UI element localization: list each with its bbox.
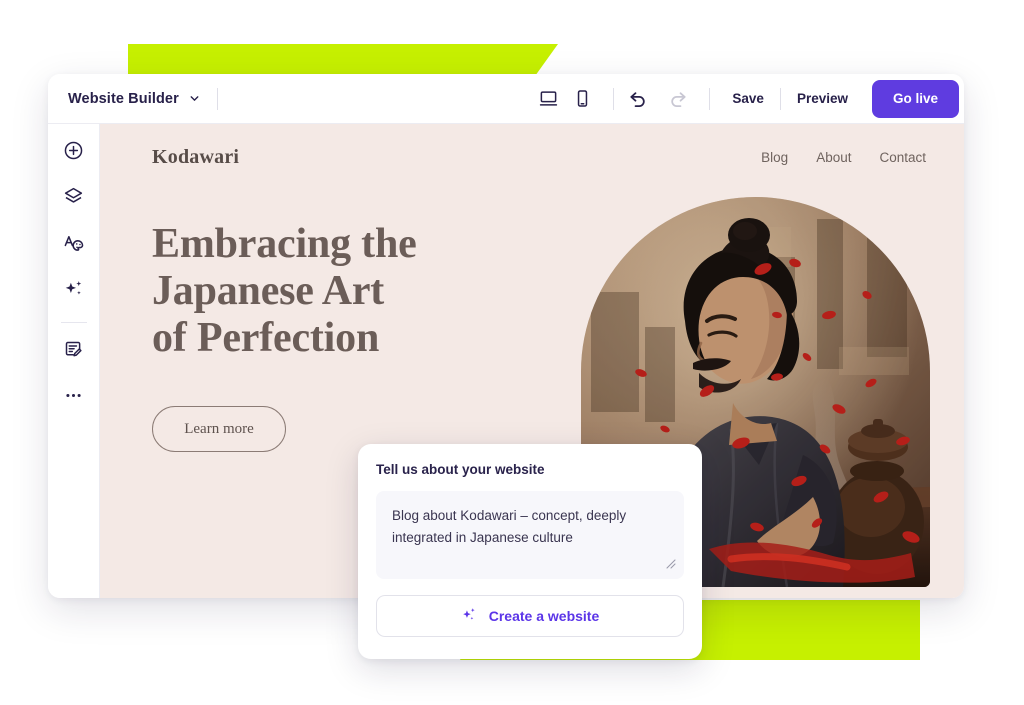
preview-button[interactable]: Preview	[783, 91, 862, 106]
site-nav-links: Blog About Contact	[761, 150, 926, 165]
mobile-phone-icon[interactable]	[567, 84, 597, 114]
font-palette-icon	[63, 232, 85, 259]
sidebar-item-more-options[interactable]	[57, 381, 91, 415]
app-toolbar: Website Builder Save Preview G	[48, 74, 964, 124]
sidebar-item-theme-styles[interactable]	[57, 228, 91, 262]
ai-prompt-card: Tell us about your website Blog about Ko…	[358, 444, 702, 659]
sidebar-divider	[61, 322, 87, 323]
save-button[interactable]: Save	[718, 91, 778, 106]
toolbar-divider-4	[780, 88, 781, 110]
ai-card-title: Tell us about your website	[376, 462, 684, 477]
go-live-button[interactable]: Go live	[872, 80, 959, 118]
sidebar-item-content-editor[interactable]	[57, 335, 91, 369]
plus-circle-icon	[63, 140, 84, 166]
sidebar-item-ai-tools[interactable]	[57, 274, 91, 308]
nav-link-about[interactable]: About	[816, 150, 851, 165]
toolbar-actions: Save Preview Go live	[533, 74, 964, 123]
hero-text-block: Embracing the Japanese Art of Perfection…	[152, 169, 417, 452]
ellipsis-icon	[63, 385, 84, 411]
edit-document-icon	[63, 339, 84, 365]
website-description-input[interactable]: Blog about Kodawari – concept, deeply in…	[376, 491, 684, 579]
redo-arrow-icon	[663, 84, 693, 114]
sidebar-item-add-element[interactable]	[57, 136, 91, 170]
left-sidebar	[48, 124, 100, 598]
sparkles-icon	[63, 278, 85, 305]
app-title-dropdown[interactable]: Website Builder	[68, 91, 201, 107]
resize-grip-icon[interactable]	[665, 556, 676, 567]
toolbar-divider-1	[217, 88, 218, 110]
toolbar-divider-3	[709, 88, 710, 110]
hero-headline[interactable]: Embracing the Japanese Art of Perfection	[152, 221, 417, 362]
nav-link-contact[interactable]: Contact	[879, 150, 926, 165]
nav-link-blog[interactable]: Blog	[761, 150, 788, 165]
sidebar-item-layers[interactable]	[57, 182, 91, 216]
site-logo[interactable]: Kodawari	[152, 146, 239, 169]
app-title: Website Builder	[68, 91, 179, 107]
create-website-label: Create a website	[489, 608, 600, 624]
desktop-monitor-icon[interactable]	[533, 84, 563, 114]
undo-arrow-icon[interactable]	[623, 84, 653, 114]
site-header: Kodawari Blog About Contact	[100, 124, 964, 169]
create-website-button[interactable]: Create a website	[376, 595, 684, 637]
toolbar-divider-2	[613, 88, 614, 110]
learn-more-button[interactable]: Learn more	[152, 406, 286, 452]
sparkles-icon	[461, 606, 478, 626]
layers-icon	[63, 186, 84, 212]
chevron-down-icon	[188, 92, 201, 105]
